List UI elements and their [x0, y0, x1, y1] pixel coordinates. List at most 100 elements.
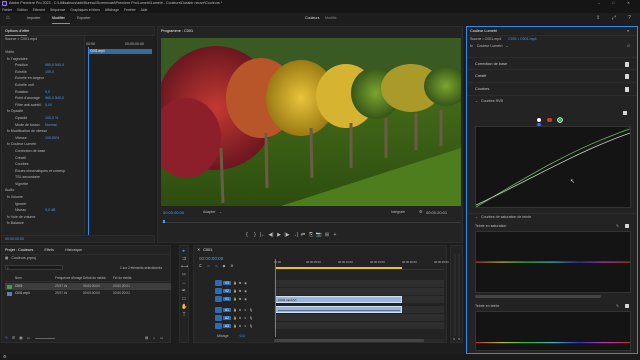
effect-row-value[interactable]: 960,0 540,0 — [45, 62, 64, 69]
menu-item[interactable]: Séquence — [50, 8, 65, 12]
panel-menu-icon[interactable]: ≡ — [627, 27, 629, 36]
add-button-icon[interactable]: + — [331, 232, 339, 238]
eye-icon[interactable]: ◉ — [244, 289, 247, 293]
track-target-button[interactable] — [215, 323, 222, 329]
compare-view-button[interactable]: ⊞ — [323, 232, 331, 238]
hue-sat-curves-header[interactable]: ⌄ Courbes de saturation de teinte — [467, 213, 637, 220]
timeline-settings-icon[interactable]: ⚙ — [230, 264, 233, 268]
mute-button[interactable]: M — [239, 324, 242, 328]
menu-item[interactable]: Affichage — [105, 8, 119, 12]
menu-item[interactable]: Aide — [141, 8, 148, 12]
effect-row-label[interactable]: Echelle unif. — [15, 83, 35, 87]
track-label[interactable]: V3 — [223, 281, 231, 285]
track-target-button[interactable] — [215, 288, 222, 294]
menu-item[interactable]: Elément — [33, 8, 45, 12]
channel-white-button[interactable] — [537, 118, 542, 123]
quality-dropdown[interactable]: Intégrale — [391, 210, 405, 214]
effect-row-label[interactable]: fx Volume — [7, 195, 23, 199]
rectangle-tool-icon[interactable]: ▭ — [181, 296, 187, 302]
tab-project[interactable]: Projet : Couleurs — [5, 248, 33, 252]
fit-dropdown[interactable]: Adapter — [203, 210, 216, 214]
fullscreen-icon[interactable]: ⤢ — [612, 15, 616, 21]
quick-export-icon[interactable]: ⇪ — [596, 15, 600, 21]
dropdown-chevron-icon[interactable]: ⌄ — [505, 44, 508, 48]
linked-selection-icon[interactable]: ∞ — [215, 264, 218, 268]
effect-row-value[interactable]: 100,0 % — [45, 115, 58, 122]
creative-checkbox[interactable] — [624, 74, 629, 79]
effect-row-label[interactable]: Echelle — [15, 70, 27, 74]
type-tool-icon[interactable]: T — [181, 312, 187, 318]
track-label[interactable]: A3 — [223, 324, 231, 328]
track-label[interactable]: A1 — [223, 308, 231, 312]
effect-row-label[interactable]: TSL secondaire — [15, 175, 40, 179]
effect-row-label[interactable]: fx Voie de volume — [7, 215, 35, 219]
lumetri-effect-name[interactable]: Couleur Lumetri — [477, 44, 503, 48]
marker-icon[interactable]: ◆ — [223, 264, 226, 268]
section-basic-correction[interactable]: Correction de base — [467, 57, 637, 71]
column-header[interactable]: Nom — [15, 276, 22, 280]
export-frame-button[interactable]: 📷 — [315, 232, 323, 238]
solo-button[interactable]: S — [244, 308, 246, 312]
insert-button[interactable]: ⇄ — [299, 232, 307, 238]
clip-bar[interactable]: C001.mp4 — [88, 49, 152, 54]
play-button[interactable]: ▶ — [275, 232, 283, 238]
menu-item[interactable]: Fenêtre — [124, 8, 136, 12]
pencil-icon[interactable]: ✎ — [5, 336, 8, 340]
eye-icon[interactable]: ◉ — [244, 297, 247, 301]
step-back-button[interactable]: ◀| — [267, 232, 275, 238]
solo-right-button[interactable]: S — [458, 337, 460, 341]
sync-lock-icon[interactable]: ⇆ — [239, 289, 242, 293]
mute-button[interactable]: M — [239, 308, 242, 312]
go-to-out-button[interactable]: →| — [291, 232, 299, 238]
pen-tool-icon[interactable]: ✒ — [181, 288, 187, 294]
mark-out-button[interactable]: } — [251, 232, 259, 238]
track-target-button[interactable] — [215, 307, 222, 313]
tab-sequence[interactable]: C001 — [203, 248, 212, 252]
effect-row-label[interactable]: Correction de base — [15, 149, 45, 153]
effect-row-label[interactable]: Ignorer — [15, 202, 26, 206]
hand-tool-icon[interactable]: ✋ — [181, 304, 187, 310]
effect-row-value[interactable]: 0,0 dB — [45, 207, 55, 214]
tab-importer[interactable]: Importer — [27, 16, 40, 20]
close-button[interactable]: ✕ — [627, 0, 630, 7]
close-icon[interactable]: ✕ — [197, 248, 200, 252]
effect-row-label[interactable]: Courbes — [15, 162, 29, 166]
effect-row-label[interactable]: Rotation — [15, 90, 28, 94]
audio-clip[interactable] — [275, 306, 402, 313]
microphone-icon[interactable]: 🎙 — [249, 324, 253, 328]
effect-row-label[interactable]: fx Balance — [7, 221, 24, 225]
freeform-view-icon[interactable]: ▭ — [27, 336, 30, 340]
effect-row-label[interactable]: Position — [15, 63, 28, 67]
track-label[interactable]: V2 — [223, 289, 231, 293]
channel-green-button[interactable] — [557, 118, 563, 123]
effect-row-label[interactable]: Opacité — [15, 116, 27, 120]
channel-red-button[interactable] — [547, 118, 552, 123]
icon-view-icon[interactable]: ▦ — [19, 336, 22, 340]
lock-icon[interactable]: 🔒 — [233, 281, 237, 285]
column-header[interactable]: Fin du média — [113, 276, 131, 280]
project-item-row[interactable]: C001.mp4 29,97 i/s 00:00:00:00 00:00:20:01 — [5, 290, 171, 297]
section-creative[interactable]: Créatif — [467, 70, 637, 84]
ripple-edit-tool-icon[interactable]: ⟷ — [181, 264, 188, 270]
section-curves[interactable]: Courbes — [467, 83, 637, 97]
timeline-playhead[interactable] — [275, 259, 276, 337]
effect-row-label[interactable]: Roues chromatiques et corresp. — [15, 169, 66, 173]
effect-row-label[interactable]: Mode de fusion — [15, 123, 40, 127]
effect-controls-timecode[interactable]: 00:00:00:00 — [2, 237, 24, 241]
timeline-hscroll-thumb[interactable] — [274, 339, 424, 342]
overwrite-button[interactable]: ⎘ — [307, 232, 315, 238]
lock-icon[interactable]: 🔒 — [233, 297, 237, 301]
zoom-slider[interactable] — [35, 337, 56, 339]
settings-wrench-icon[interactable]: ⚙ — [419, 209, 423, 214]
curve-master[interactable] — [475, 132, 631, 206]
video-clip[interactable]: C001.mp4 [V] — [275, 296, 402, 303]
go-to-in-button[interactable]: |← — [259, 232, 267, 238]
timeline-hscroll[interactable] — [274, 339, 444, 342]
solo-button[interactable]: S — [244, 316, 246, 320]
eyedropper-icon[interactable]: ✎ — [616, 303, 619, 310]
track-target-button[interactable] — [215, 315, 222, 321]
timeline-timecode[interactable]: 00:00:00:00 — [199, 256, 223, 261]
help-icon[interactable]: ? — [628, 15, 631, 21]
tab-program[interactable]: Programme : C001 — [161, 29, 193, 33]
menu-item[interactable]: Edition — [17, 8, 27, 12]
